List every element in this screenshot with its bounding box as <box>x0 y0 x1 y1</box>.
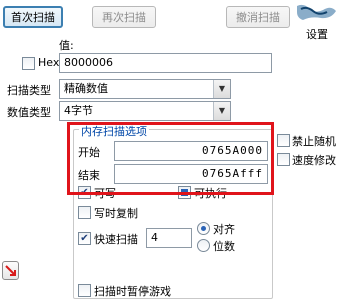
chevron-down-icon[interactable]: ▼ <box>213 80 230 98</box>
align-radio[interactable] <box>197 222 210 235</box>
red-arrow-icon <box>4 264 16 276</box>
disable-random-checkbox[interactable] <box>277 134 290 147</box>
fast-scan-label: 快速扫描 <box>94 233 138 246</box>
last-digits-radio[interactable] <box>197 239 210 252</box>
value-input[interactable]: 8000006 <box>59 53 272 73</box>
pause-game-label: 扫描时暂停游戏 <box>94 285 171 298</box>
first-scan-button[interactable]: 首次扫描 <box>3 6 63 28</box>
copy-on-write-checkbox[interactable] <box>78 206 91 219</box>
align-label: 对齐 <box>213 223 235 236</box>
undo-scan-button[interactable]: 撤消扫描 <box>226 6 290 28</box>
disable-random-label: 禁止随机 <box>292 135 336 148</box>
chevron-down-icon[interactable]: ▼ <box>213 102 230 120</box>
scan-type-value: 精确数值 <box>64 82 108 95</box>
copy-on-write-label: 写时复制 <box>94 207 138 220</box>
value-type-label: 数值类型 <box>7 106 51 119</box>
fast-scan-checkbox[interactable]: ✔ <box>78 232 91 245</box>
last-digits-label: 位数 <box>213 240 235 253</box>
cheat-engine-logo-icon[interactable] <box>293 2 339 24</box>
scan-type-label: 扫描类型 <box>7 84 51 97</box>
settings-label[interactable]: 设置 <box>306 26 328 42</box>
speedhack-checkbox[interactable] <box>277 153 290 166</box>
pause-game-checkbox[interactable] <box>78 284 91 297</box>
highlight-box <box>67 122 274 195</box>
value-type-select[interactable]: 4字节 ▼ <box>59 101 231 121</box>
scan-type-select[interactable]: 精确数值 ▼ <box>59 79 231 99</box>
fast-scan-alignment-input[interactable]: 4 <box>146 228 192 248</box>
value-label: 值: <box>59 39 74 52</box>
speedhack-label: 速度修改 <box>292 154 336 167</box>
next-scan-button[interactable]: 再次扫描 <box>92 6 156 28</box>
hex-checkbox[interactable] <box>22 57 35 70</box>
value-type-value: 4字节 <box>64 104 93 117</box>
hex-label: Hex <box>38 56 60 69</box>
advanced-options-button[interactable] <box>2 261 19 280</box>
